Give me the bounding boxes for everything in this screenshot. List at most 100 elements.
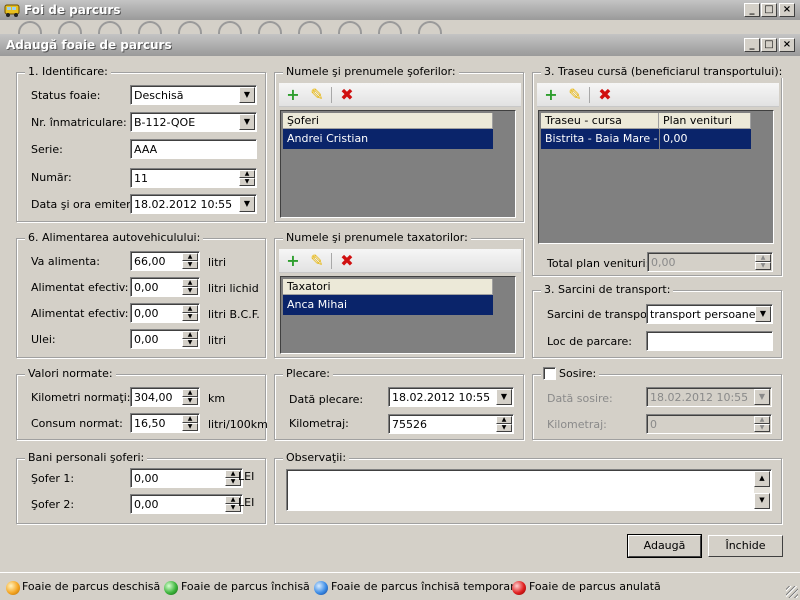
nr-inmatriculare-label: Nr. înmatriculare:: [31, 116, 127, 129]
delete-x-icon[interactable]: ✖: [597, 87, 613, 103]
plus-icon[interactable]: +: [285, 87, 301, 103]
soferi-toolbar: + ✎ ✖: [279, 83, 521, 107]
sofer2-stepper[interactable]: 0,00 ▲ ▼: [130, 494, 243, 514]
app-bus-icon: [4, 3, 20, 17]
plan-venituri-column-header[interactable]: Plan venituri: [659, 113, 751, 129]
spinner-arrows-icon[interactable]: ▲ ▼: [182, 305, 198, 321]
chevron-down-icon[interactable]: ▼: [239, 196, 255, 212]
ulei-stepper[interactable]: 0,00 ▲ ▼: [130, 329, 200, 349]
sofer2-unit: LEI: [238, 496, 255, 509]
serie-input[interactable]: AAA: [130, 139, 257, 159]
consum-normat-stepper[interactable]: 16,50 ▲ ▼: [130, 413, 200, 433]
taxatori-group: Numele şi prenumele taxatorilor: + ✎ ✖ T…: [274, 231, 524, 358]
chevron-down-icon[interactable]: ▼: [755, 306, 771, 322]
ulei-unit: litri: [208, 334, 227, 347]
taxatori-grid[interactable]: Taxatori Anca Mihai: [280, 276, 516, 354]
red-status-dot-icon: [512, 581, 526, 595]
numar-stepper[interactable]: 11 ▲ ▼: [130, 168, 257, 188]
nr-inmatriculare-select[interactable]: B-112-QOE ▼: [130, 112, 257, 132]
dialog-maximize-button[interactable]: □: [761, 38, 777, 52]
sarcini-group: 3. Sarcini de transport: Sarcini de tran…: [532, 283, 782, 358]
va-alimenta-stepper[interactable]: 66,00 ▲ ▼: [130, 251, 200, 271]
delete-x-icon[interactable]: ✖: [339, 87, 355, 103]
data-sosire-picker: 18.02.2012 10:55 ▼: [646, 387, 772, 407]
status-label: Status foaie:: [31, 89, 101, 102]
delete-x-icon[interactable]: ✖: [339, 253, 355, 269]
serie-label: Serie:: [31, 143, 63, 156]
status-legend-temp-closed: Foaie de parcus închisă temporar: [331, 580, 515, 593]
table-row[interactable]: Andrei Cristian: [283, 129, 493, 149]
inchide-button[interactable]: Închide: [708, 535, 783, 557]
alimentat-bcf-stepper[interactable]: 0,00 ▲ ▼: [130, 303, 200, 323]
status-legend-open: Foaie de parcus deschisă: [22, 580, 161, 593]
kilometraj-plecare-stepper[interactable]: 75526 ▲ ▼: [388, 414, 514, 434]
plus-icon[interactable]: +: [285, 253, 301, 269]
spinner-arrows-icon[interactable]: ▲ ▼: [182, 415, 198, 431]
scroll-up-icon[interactable]: ▲: [754, 471, 770, 487]
main-window-title: Foi de parcurs: [24, 3, 121, 17]
traseu-group: 3. Traseu cursă (beneficiarul transportu…: [532, 65, 786, 276]
sofer1-stepper[interactable]: 0,00 ▲ ▼: [130, 468, 243, 488]
adauga-button[interactable]: Adaugă: [627, 534, 702, 558]
ulei-label: Ulei:: [31, 333, 56, 346]
taxatori-column-header[interactable]: Taxatori: [283, 279, 493, 295]
numar-label: Număr:: [31, 171, 72, 184]
alimentat-efectiv-unit: litri lichid: [208, 282, 259, 295]
traseu-column-header[interactable]: Traseu - cursa: [541, 113, 659, 129]
scroll-down-icon[interactable]: ▼: [754, 493, 770, 509]
taxatori-toolbar: + ✎ ✖: [279, 249, 521, 273]
plus-icon[interactable]: +: [543, 87, 559, 103]
chevron-down-icon[interactable]: ▼: [239, 114, 255, 130]
total-plan-field: 0,00 ▲ ▼: [647, 252, 773, 272]
valori-legend: Valori normate:: [25, 367, 116, 380]
spinner-arrows-icon[interactable]: ▲ ▼: [239, 170, 255, 186]
blue-status-dot-icon: [314, 581, 328, 595]
dialog-close-button[interactable]: ×: [779, 38, 795, 52]
traseu-grid[interactable]: Traseu - cursa Plan venituri Bistrita - …: [538, 110, 774, 244]
kilometraj-sosire-stepper: 0 ▲ ▼: [646, 414, 772, 434]
traseu-toolbar: + ✎ ✖: [537, 83, 779, 107]
chevron-down-icon[interactable]: ▼: [496, 389, 512, 405]
sarcini-legend: 3. Sarcini de transport:: [541, 283, 674, 296]
chevron-down-icon[interactable]: ▼: [239, 87, 255, 103]
kilometraj-plecare-label: Kilometraj:: [289, 417, 349, 430]
resize-grip-icon[interactable]: [786, 586, 798, 598]
soferi-grid[interactable]: Şoferi Andrei Cristian: [280, 110, 516, 218]
data-emiterii-picker[interactable]: 18.02.2012 10:55 ▼: [130, 194, 257, 214]
main-close-button[interactable]: ×: [779, 3, 795, 17]
spinner-arrows-icon[interactable]: ▲ ▼: [182, 253, 198, 269]
sosire-checkbox[interactable]: [543, 367, 556, 380]
table-row[interactable]: Bistrita - Baia Mare - ... 0,00: [541, 129, 751, 149]
soferi-column-header[interactable]: Şoferi: [283, 113, 493, 129]
observatii-scrollbar[interactable]: ▲ ▼: [754, 471, 770, 509]
sofer2-label: Şofer 2:: [31, 498, 75, 511]
spinner-arrows-icon[interactable]: ▲ ▼: [182, 279, 198, 295]
dialog-minimize-button[interactable]: _: [744, 38, 760, 52]
loc-parcare-input[interactable]: [646, 331, 773, 351]
status-legend-cancelled: Foaie de parcus anulată: [529, 580, 661, 593]
alimentat-efectiv-stepper[interactable]: 0,00 ▲ ▼: [130, 277, 200, 297]
data-plecare-picker[interactable]: 18.02.2012 10:55 ▼: [388, 387, 514, 407]
sarcini-select[interactable]: transport persoane ▼: [646, 304, 773, 324]
spinner-arrows-icon: ▲ ▼: [755, 254, 771, 270]
main-toolbar-strip: [0, 20, 800, 34]
observatii-textarea[interactable]: ▲ ▼: [286, 469, 772, 511]
green-status-dot-icon: [164, 581, 178, 595]
pencil-icon[interactable]: ✎: [309, 253, 325, 269]
soferi-legend: Numele şi prenumele şoferilor:: [283, 65, 459, 78]
identificare-group: 1. Identificare: Status foaie: Deschisă ▼…: [16, 65, 266, 222]
spinner-arrows-icon[interactable]: ▲ ▼: [496, 416, 512, 432]
km-normati-stepper[interactable]: 304,00 ▲ ▼: [130, 387, 200, 407]
observatii-legend: Observaţii:: [283, 451, 350, 464]
status-bar: Foaie de parcus deschisă Foaie de parcus…: [0, 572, 800, 600]
status-select[interactable]: Deschisă ▼: [130, 85, 257, 105]
pencil-icon[interactable]: ✎: [309, 87, 325, 103]
table-row[interactable]: Anca Mihai: [283, 295, 493, 315]
consum-normat-label: Consum normat:: [31, 417, 123, 430]
spinner-arrows-icon[interactable]: ▲ ▼: [182, 331, 198, 347]
consum-normat-unit: litri/100km: [208, 418, 268, 431]
pencil-icon[interactable]: ✎: [567, 87, 583, 103]
spinner-arrows-icon[interactable]: ▲ ▼: [182, 389, 198, 405]
main-maximize-button[interactable]: □: [761, 3, 777, 17]
main-minimize-button[interactable]: _: [744, 3, 760, 17]
